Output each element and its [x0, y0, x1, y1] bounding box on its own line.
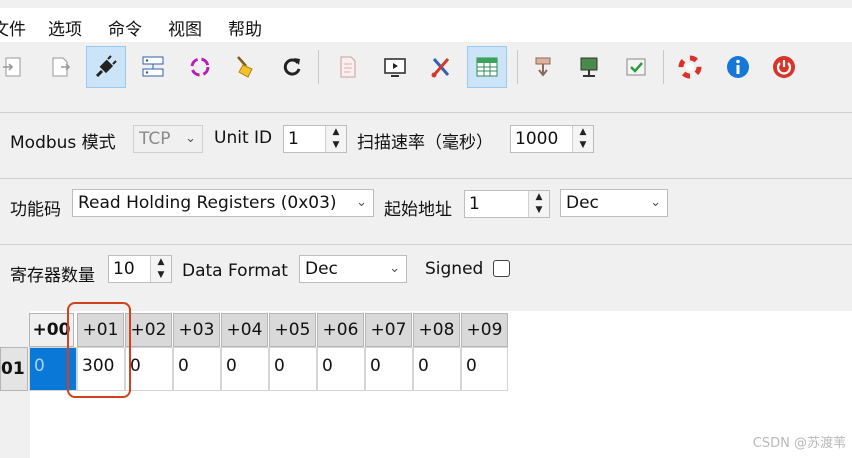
unit-id-spinbox[interactable]: 1 ▲ ▼ — [283, 125, 347, 153]
info-icon[interactable] — [718, 46, 758, 88]
menu-bar: 文件 选项 命令 视图 帮助 — [0, 8, 852, 42]
start-address-spinbox[interactable]: 1 ▲ ▼ — [464, 190, 550, 218]
spin-buttons[interactable]: ▲ ▼ — [150, 256, 171, 282]
menu-options[interactable]: 选项 — [48, 15, 82, 40]
tools-icon[interactable] — [421, 46, 461, 88]
address-format-select[interactable]: Dec ⌄ — [560, 189, 668, 217]
register-cell[interactable]: 0 — [269, 347, 317, 391]
chevron-down-icon: ⌄ — [650, 195, 661, 210]
table-icon[interactable] — [467, 46, 507, 88]
chevron-down-icon: ⌄ — [356, 195, 367, 210]
spin-buttons[interactable]: ▲ ▼ — [528, 191, 549, 217]
network-icon[interactable] — [133, 46, 173, 88]
column-header[interactable]: +03 — [173, 313, 220, 347]
watermark: CSDN @苏渡苇 — [752, 436, 846, 451]
function-code-label: 功能码 — [10, 200, 61, 220]
spin-buttons[interactable]: ▲ ▼ — [325, 126, 346, 152]
column-header[interactable]: +09 — [461, 313, 508, 347]
register-cell[interactable]: 0 — [413, 347, 461, 391]
reload-icon[interactable] — [272, 46, 312, 88]
chevron-down-icon: ⌄ — [389, 261, 400, 276]
registers-panel: 寄存器数量 10 ▲ ▼ Data Format Dec ⌄ Signed — [0, 244, 852, 301]
power-icon[interactable] — [764, 46, 804, 88]
plug-icon[interactable] — [86, 46, 126, 88]
chevron-down-icon: ⌄ — [185, 131, 196, 146]
read-icon[interactable] — [523, 46, 563, 88]
register-cell[interactable]: 0 — [461, 347, 508, 391]
test-check-icon[interactable] — [616, 46, 656, 88]
register-cell[interactable]: 0 — [173, 347, 221, 391]
spin-buttons[interactable]: ▲ ▼ — [572, 126, 593, 152]
menu-command[interactable]: 命令 — [108, 15, 142, 40]
toolbar-separator — [663, 50, 664, 84]
unit-id-label: Unit ID — [214, 128, 273, 148]
column-header[interactable]: +06 — [317, 313, 364, 347]
scan-rate-spinbox[interactable]: 1000 ▲ ▼ — [510, 125, 594, 153]
function-panel: 功能码 Read Holding Registers (0x03) ⌄ 起始地址 … — [0, 178, 852, 235]
signed-label: Signed — [425, 259, 484, 279]
signed-checkbox[interactable] — [493, 260, 510, 277]
disconnect-icon[interactable] — [40, 46, 80, 88]
connection-panel: Modbus 模式 TCP ⌄ Unit ID 1 ▲ ▼ 扫描速率（毫秒） 100… — [0, 112, 852, 169]
toolbar-separator — [318, 50, 319, 84]
column-header[interactable]: +02 — [125, 313, 172, 347]
help-lifebuoy-icon[interactable] — [670, 46, 710, 88]
function-code-select[interactable]: Read Holding Registers (0x03) ⌄ — [72, 189, 374, 217]
row-header[interactable]: 01 — [0, 347, 28, 391]
start-address-label: 起始地址 — [384, 200, 452, 220]
column-header[interactable]: +04 — [221, 313, 268, 347]
data-format-select[interactable]: Dec ⌄ — [299, 255, 407, 283]
modbus-mode-select: TCP ⌄ — [133, 125, 203, 153]
modbus-mode-label: Modbus 模式 — [10, 133, 116, 153]
document-icon[interactable] — [328, 46, 368, 88]
column-header[interactable]: +07 — [365, 313, 412, 347]
write-icon[interactable] — [569, 46, 609, 88]
register-count-spinbox[interactable]: 10 ▲ ▼ — [108, 255, 172, 283]
refresh-circle-icon[interactable] — [180, 46, 220, 88]
toolbar — [0, 42, 852, 94]
column-header[interactable]: +08 — [413, 313, 460, 347]
menu-view[interactable]: 视图 — [168, 15, 202, 40]
register-cell[interactable]: 0 — [365, 347, 413, 391]
row-header-label: 01 — [1, 359, 25, 379]
clear-broom-icon[interactable] — [225, 46, 265, 88]
toolbar-separator — [517, 50, 518, 84]
register-cell[interactable]: 0 — [317, 347, 365, 391]
column-header[interactable]: +05 — [269, 313, 316, 347]
connect-icon[interactable] — [0, 46, 34, 88]
menu-file[interactable]: 文件 — [0, 15, 26, 40]
register-count-label: 寄存器数量 — [10, 266, 95, 286]
register-cell[interactable]: 0 — [221, 347, 269, 391]
scan-rate-label: 扫描速率（毫秒） — [357, 133, 493, 153]
register-cell[interactable]: 0 — [125, 347, 173, 391]
annotation-highlight-box — [67, 302, 131, 398]
monitor-icon[interactable] — [375, 46, 415, 88]
data-format-label: Data Format — [182, 261, 288, 281]
menu-help[interactable]: 帮助 — [228, 15, 262, 40]
